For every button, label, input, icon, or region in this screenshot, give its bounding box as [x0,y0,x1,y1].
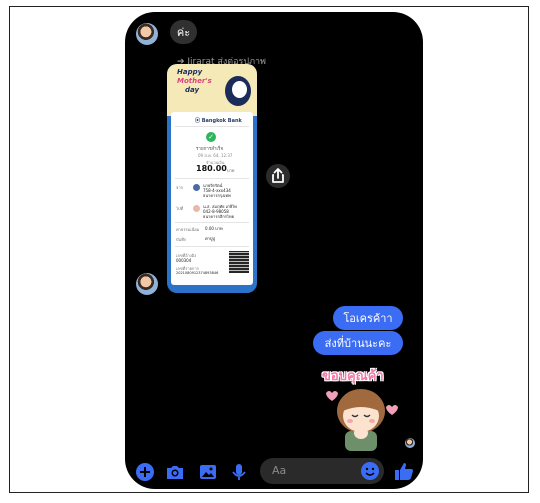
to-label: ไปที่ [176,206,184,211]
sticker-girl-icon [326,389,398,451]
sender-details: นายจิรรัตน์ 758-4-xxx434 ธนาคารกรุงเทพ [203,183,231,198]
banner-line-3: day [185,86,200,94]
message-input-placeholder: Aa [272,464,287,477]
divider [175,246,249,247]
amount-value: 180.00 [196,164,227,173]
recipient-avatar [193,205,200,212]
sender-avatar [193,184,200,191]
read-receipt-avatar [405,438,415,448]
outgoing-message[interactable]: โอเครค้าา [333,306,403,330]
contact-avatar[interactable] [136,23,158,45]
thumbs-up-icon[interactable] [393,460,415,482]
outgoing-message-text: โอเครค้าา [343,312,393,325]
share-button[interactable] [266,164,290,188]
banner-line-1: Happy [177,68,203,76]
image-icon[interactable] [198,462,218,482]
contact-avatar[interactable] [136,273,158,295]
bank-logo-text: ⦿ Bangkok Bank [195,118,242,124]
ref-value: 000304 [176,258,192,263]
camera-icon[interactable] [165,462,185,482]
qr-code [229,251,249,273]
banner-face [232,81,247,98]
recipient-details: น.ส. สมฤทัย เกษีไพ 042-8-98058 ธนาคารกสิ… [203,204,237,219]
mothers-day-banner: Happy Mother's day [167,64,257,116]
thank-you-sticker[interactable]: ขอบคุณค้า [320,365,402,451]
sender-bank: ธนาคารกรุงเทพ [203,193,231,198]
check-icon: ✓ [206,132,216,142]
share-icon [272,168,284,183]
divider [175,126,249,127]
emoji-icon[interactable] [360,461,380,481]
forwarded-image[interactable]: Happy Mother's day ⦿ Bangkok Bank ✓ รายก… [167,64,257,293]
outgoing-message-text: ส่งที่บ้านนะคะ [324,337,392,350]
incoming-message-text: ค่ะ [176,26,191,39]
banner-text: Happy Mother's day [177,68,212,95]
transfer-slip: ⦿ Bangkok Bank ✓ รายการสำเร็จ 09 ส.ค. 64… [171,112,253,285]
divider [175,222,249,223]
fee-value: 0.00 บาท [205,226,223,231]
note-value: ค่าปูบู่ [205,236,215,241]
bank-name: Bangkok Bank [201,118,242,124]
from-label: จาก [176,185,184,190]
amount-unit: บาท [227,168,235,173]
outgoing-message[interactable]: ส่งที่บ้านนะคะ [313,331,403,355]
incoming-message[interactable]: ค่ะ [170,20,197,44]
fee-label: ค่าธรรมเนียม [176,227,200,232]
ref2-value: 2021080912374893846 [176,271,219,275]
banner-line-2: Mother's [177,77,212,85]
divider [175,178,249,179]
plus-icon[interactable] [135,462,155,482]
recipient-bank: ธนาคารกสิกรไทย [203,214,234,219]
slip-status: รายการสำเร็จ [196,147,224,152]
microphone-icon[interactable] [229,462,249,482]
slip-date: 09 ส.ค. 64, 12:37 [198,153,233,158]
note-label: บันทึก [176,237,187,242]
